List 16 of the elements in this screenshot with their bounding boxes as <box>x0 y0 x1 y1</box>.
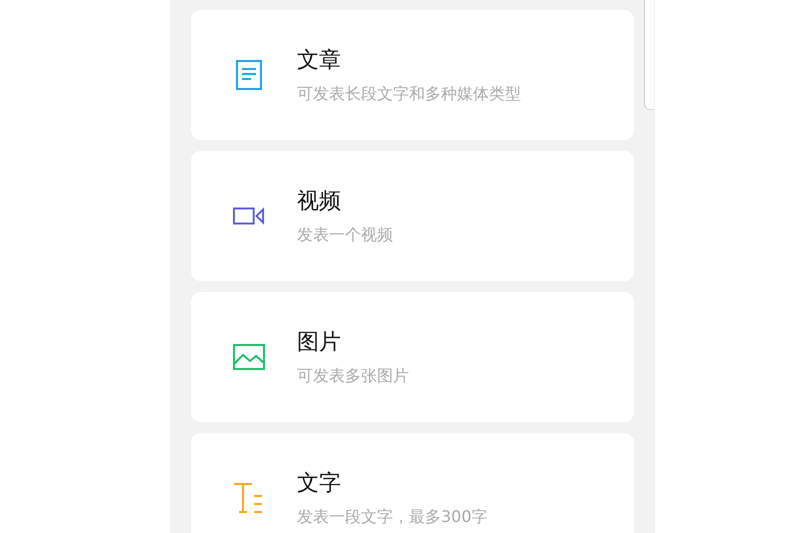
card-description: 可发表长段文字和多种媒体类型 <box>297 84 521 104</box>
image-icon <box>233 344 265 370</box>
card-title: 图片 <box>297 328 342 356</box>
card-title: 视频 <box>297 188 342 216</box>
card-title: 文字 <box>297 470 342 498</box>
card-title: 文章 <box>297 46 342 74</box>
post-type-card[interactable]: 文字 发表一段文字，最多300字 <box>191 433 634 533</box>
video-camera-icon <box>233 207 265 225</box>
card-description: 可发表多张图片 <box>297 366 409 386</box>
text-format-icon <box>233 482 265 514</box>
post-type-card[interactable]: 图片 可发表多张图片 <box>191 292 634 422</box>
card-description: 发表一个视频 <box>297 224 393 246</box>
post-type-card[interactable]: 文章 可发表长段文字和多种媒体类型 <box>191 10 634 140</box>
document-icon <box>235 59 263 91</box>
post-type-card[interactable]: 视频 发表一个视频 <box>191 151 634 281</box>
card-description: 发表一段文字，最多300字 <box>297 506 488 528</box>
